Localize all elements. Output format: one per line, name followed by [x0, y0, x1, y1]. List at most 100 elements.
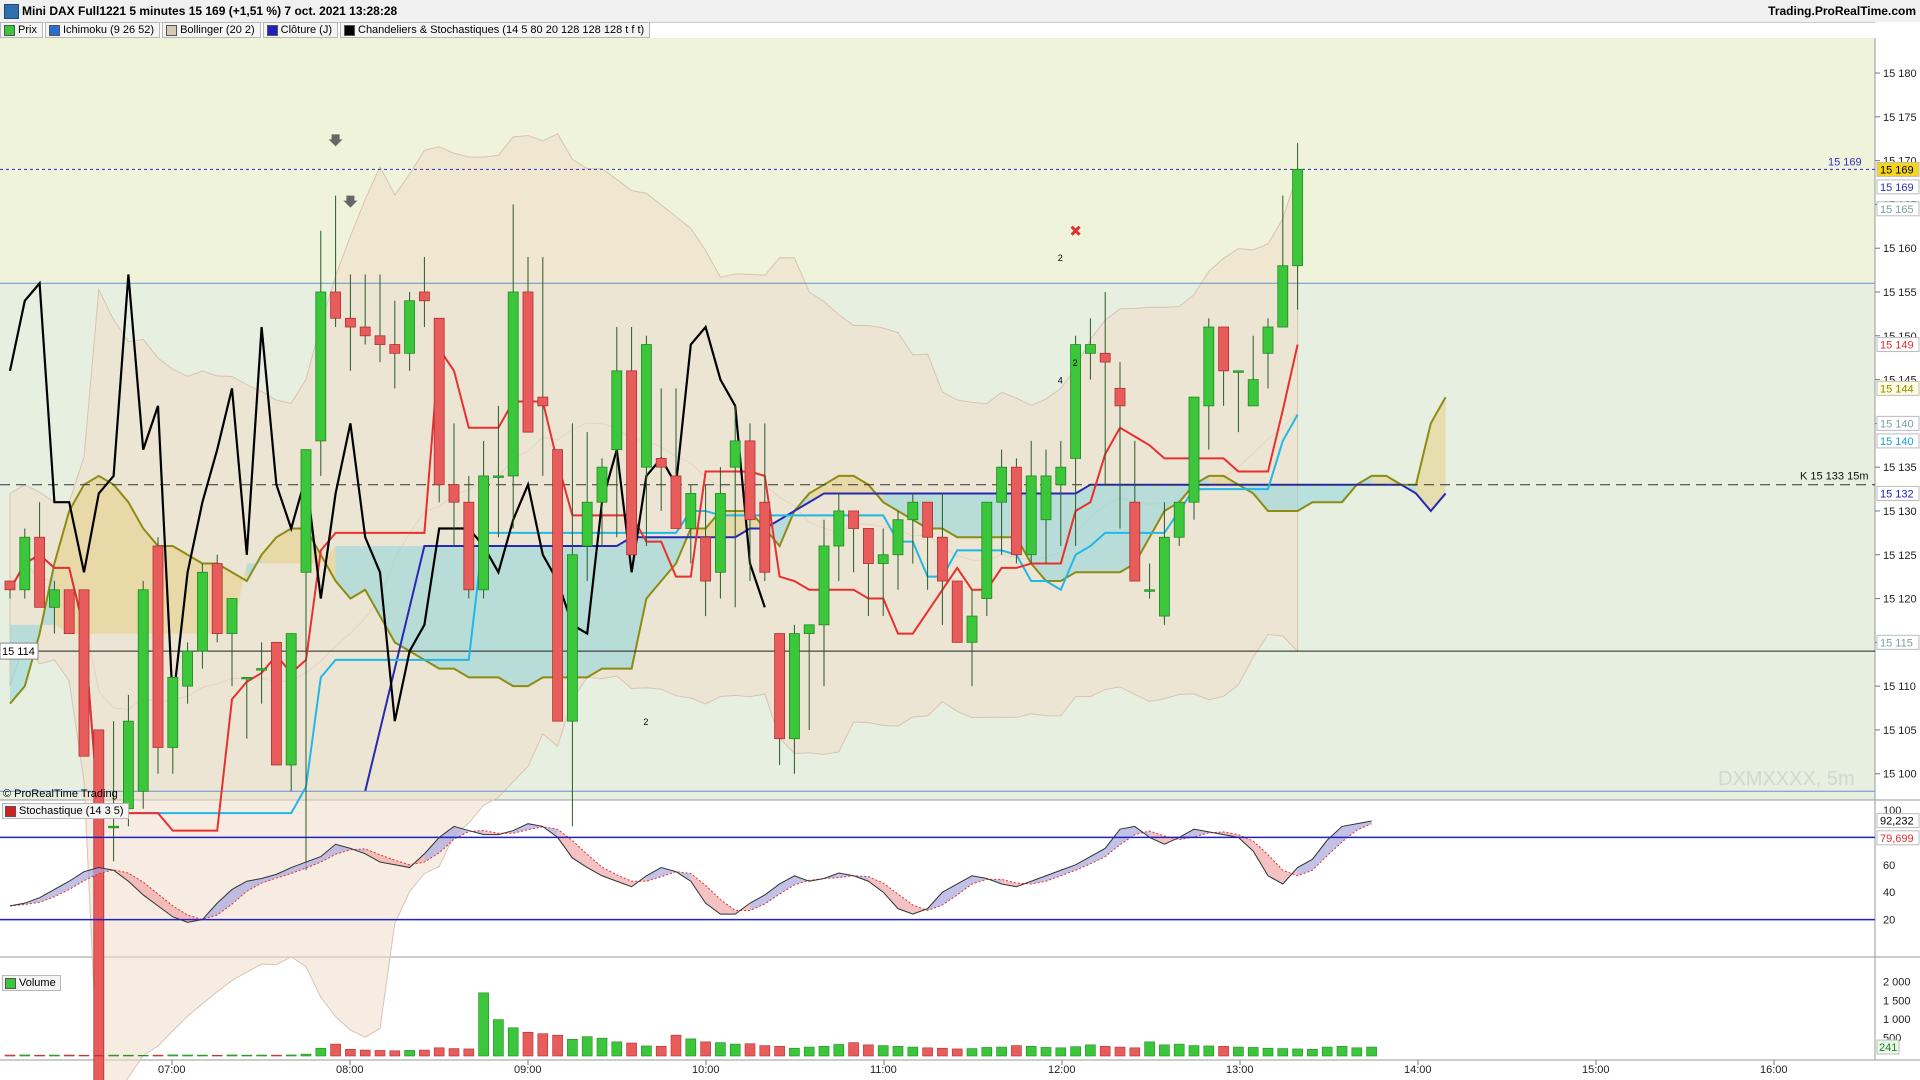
price-tick-label: 15 120 — [1883, 594, 1917, 606]
stoch-fill — [764, 883, 780, 905]
price-tick-label: 15 150 — [1883, 331, 1917, 343]
stoch-fill — [912, 904, 928, 915]
stoch-fill — [158, 894, 173, 917]
stoch-badge-text: 79,699 — [1880, 833, 1914, 845]
stoch-fill — [24, 897, 40, 905]
brand-link[interactable]: Trading.ProRealTime.com — [1768, 4, 1916, 18]
cloud-segment — [1031, 493, 1046, 582]
stoch-fill — [84, 867, 99, 881]
volume-bar — [996, 1046, 1007, 1057]
candle-body — [1099, 352, 1111, 363]
legend-swatch — [4, 24, 15, 36]
volume-bar — [1159, 1044, 1170, 1057]
stoch-tick-label: 100 — [1883, 805, 1901, 817]
cloud-segment — [454, 546, 469, 678]
stoch-fill — [1179, 829, 1194, 840]
stochastic-panel-tag[interactable]: Stochastique (14 3 5) — [2, 803, 129, 819]
cloud-segment — [1149, 484, 1165, 538]
volume-tick-label: 1 500 — [1883, 995, 1911, 1007]
cloud-segment — [69, 484, 84, 634]
cloud-segment — [1430, 397, 1446, 511]
cloud-segment — [957, 493, 972, 538]
cloud-segment — [261, 537, 277, 564]
candle-body — [641, 344, 652, 468]
stoch-fill — [676, 871, 691, 882]
price-badge — [1876, 201, 1920, 217]
indicator-legend: Prix Ichimoku (9 26 52) Bollinger (20 2) Cl… — [0, 22, 652, 38]
cloud-segment — [1386, 475, 1402, 485]
cloud-segment — [557, 546, 573, 678]
candle-body — [774, 633, 785, 740]
cloud-segment — [306, 528, 321, 564]
legend-item-4[interactable]: Chandeliers & Stochastiques (14 5 80 20 … — [340, 22, 651, 38]
candle-body — [937, 536, 948, 582]
down-arrow-icon — [343, 195, 358, 208]
candle-body — [137, 589, 149, 792]
cloud-segment — [513, 546, 528, 687]
volume-bar — [63, 1054, 75, 1057]
volume-bar — [330, 1043, 341, 1057]
cloud-segment — [1253, 484, 1268, 511]
cloud-segment — [1134, 484, 1150, 564]
candle-body — [374, 335, 386, 345]
stoch-fill — [1001, 879, 1017, 887]
price-tick-label: 15 155 — [1883, 287, 1917, 299]
stoch-fill — [1149, 831, 1165, 845]
cloud-segment — [158, 546, 173, 634]
legend-item-3[interactable]: Clôture (J) — [262, 22, 338, 38]
volume-bar — [1085, 1044, 1096, 1057]
volume-bar — [611, 1041, 623, 1057]
stoch-fill — [143, 882, 158, 906]
legend-item-2[interactable]: Bollinger (20 2) — [162, 22, 261, 38]
time-tick-label: 12:00 — [1048, 1064, 1076, 1076]
candle-body — [537, 396, 549, 407]
volume-bar — [285, 1054, 297, 1057]
volume-bar — [1099, 1046, 1111, 1057]
cloud-segment — [809, 484, 824, 503]
cloud-segment — [143, 528, 158, 634]
volume-bars — [4, 992, 1377, 1057]
volume-bar — [1218, 1046, 1229, 1057]
volume-panel-tag[interactable]: Volume — [2, 975, 61, 991]
cloud-segment — [1075, 484, 1091, 573]
price-tick-label: 15 175 — [1883, 112, 1917, 124]
cloud-segment — [1120, 484, 1135, 573]
volume-bar — [4, 1054, 16, 1057]
cloud-segment — [676, 528, 691, 564]
candle-body — [389, 344, 401, 354]
volume-bar — [744, 1043, 756, 1057]
stoch-badge — [1876, 830, 1920, 846]
volume-bar — [715, 1042, 726, 1057]
price-tick-label: 15 100 — [1883, 769, 1917, 781]
volume-bar — [271, 1054, 282, 1057]
cloud-segment — [720, 510, 736, 538]
stoch-fill — [646, 867, 662, 882]
cloud-segment — [1371, 475, 1387, 485]
price-tick-label: 15 110 — [1883, 681, 1916, 693]
legend-item-0[interactable]: Prix — [0, 22, 43, 38]
volume-bar — [1336, 1046, 1348, 1057]
candle-body — [182, 650, 194, 687]
cloud-segment — [705, 510, 721, 538]
app-icon — [4, 4, 19, 19]
stoch-fill — [1075, 856, 1091, 871]
candle-body — [981, 501, 993, 599]
signal-count-label: 2 — [643, 717, 648, 727]
candle-body — [1040, 475, 1052, 521]
candle-body — [1203, 326, 1215, 407]
volume-bar — [567, 1038, 578, 1057]
legend-item-1[interactable]: Ichimoku (9 26 52) — [44, 22, 161, 38]
legend-label: Bollinger (20 2) — [180, 24, 255, 36]
daily-close-line — [364, 483, 1447, 792]
stochastic-panel-label: Stochastique (14 3 5) — [19, 805, 124, 817]
cloud-segment — [320, 546, 336, 582]
stoch-fill — [542, 826, 558, 838]
candle-body — [907, 501, 919, 521]
candle-body — [1247, 379, 1259, 407]
candle-body — [1262, 326, 1274, 354]
volume-bar — [670, 1034, 682, 1057]
stoch-fill — [380, 854, 395, 865]
cloud-segment — [424, 546, 440, 669]
volume-bar — [1114, 1046, 1126, 1057]
candle-body — [1218, 326, 1229, 372]
